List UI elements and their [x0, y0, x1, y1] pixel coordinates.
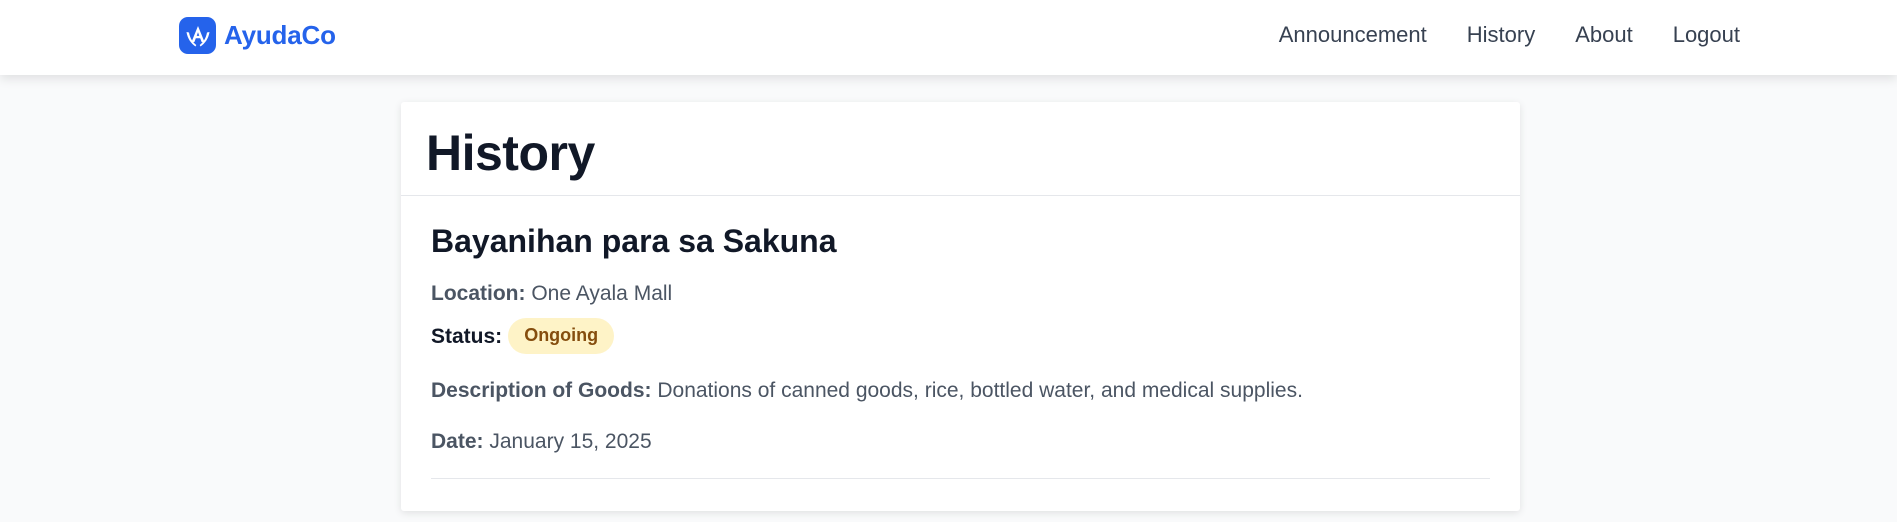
nav-link-announcement[interactable]: Announcement: [1279, 22, 1427, 48]
entry-status: Status: Ongoing: [431, 318, 1490, 354]
history-card: History Bayanihan para sa Sakuna Locatio…: [401, 102, 1520, 511]
entry-date: Date: January 15, 2025: [431, 429, 1490, 454]
entry-description: Description of Goods: Donations of canne…: [431, 378, 1490, 403]
brand-home-link[interactable]: AyudaCo: [179, 17, 336, 54]
nav-link-history[interactable]: History: [1467, 22, 1535, 48]
history-list: Bayanihan para sa Sakuna Location: One A…: [401, 196, 1520, 480]
description-value: Donations of canned goods, rice, bottled…: [657, 378, 1303, 402]
status-label: Status:: [431, 324, 503, 348]
date-value: January 15, 2025: [489, 430, 652, 454]
entry-location: Location: One Ayala Mall: [431, 281, 1490, 306]
entry-title: Bayanihan para sa Sakuna: [431, 223, 837, 259]
nav-links: Announcement History About Logout: [1279, 0, 1740, 70]
card-header: History: [401, 102, 1520, 196]
nav-link-about[interactable]: About: [1575, 22, 1633, 48]
history-entry: Bayanihan para sa Sakuna Location: One A…: [431, 223, 1490, 480]
location-label: Location:: [431, 282, 526, 306]
date-label: Date:: [431, 430, 484, 454]
location-value: One Ayala Mall: [531, 282, 673, 306]
nav-link-logout[interactable]: Logout: [1673, 22, 1740, 48]
helping-hands-logo-icon: [179, 17, 216, 54]
description-label: Description of Goods:: [431, 378, 652, 402]
brand-name: AyudaCo: [224, 20, 336, 50]
page-title: History: [426, 124, 595, 181]
status-badge: Ongoing: [508, 318, 615, 354]
top-navbar: AyudaCo Announcement History About Logou…: [0, 0, 1897, 75]
